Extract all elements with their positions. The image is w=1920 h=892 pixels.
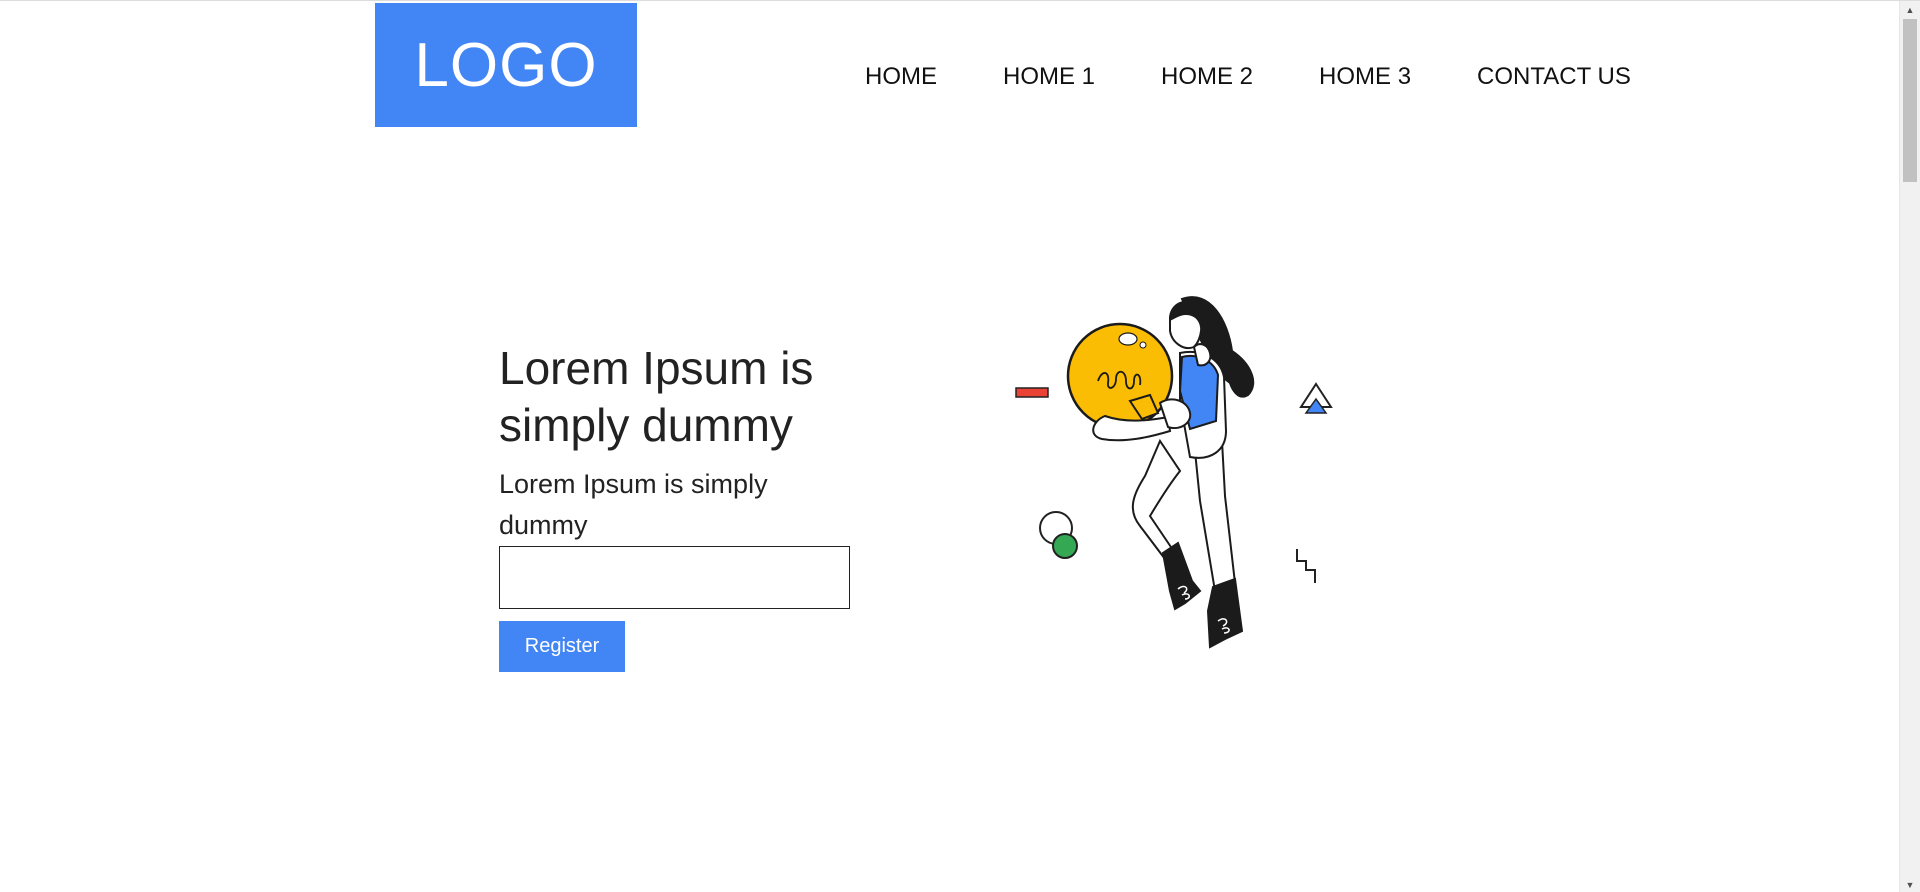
nav-home-1[interactable]: HOME 1 (1003, 63, 1095, 91)
scroll-thumb[interactable] (1903, 19, 1917, 182)
woman-holding-lightbulb-illustration (1015, 296, 1333, 649)
hero-subtitle: Lorem Ipsum is simply dummy (499, 469, 768, 540)
vertical-scrollbar[interactable]: ▲ ▼ (1899, 1, 1920, 892)
nav-contact-us[interactable]: CONTACT US (1477, 63, 1631, 91)
hero-title: Lorem Ipsum is simply dummy (499, 342, 814, 451)
nav-home[interactable]: HOME (865, 63, 937, 91)
register-button[interactable]: Register (499, 621, 625, 672)
scroll-up-arrow-icon[interactable]: ▲ (1900, 1, 1920, 18)
logo-text: LOGO (414, 30, 598, 100)
logo-link[interactable]: LOGO (375, 3, 637, 127)
viewport: LOGO HOME HOME 1 HOME 2 HOME 3 CONTACT U… (0, 1, 1899, 892)
red-dash-shape (1015, 387, 1049, 398)
zigzag-shape (1296, 549, 1316, 583)
nav-home-3[interactable]: HOME 3 (1319, 63, 1411, 91)
nav-home-2[interactable]: HOME 2 (1161, 63, 1253, 91)
green-circle-shape (1052, 533, 1078, 559)
register-input[interactable] (499, 546, 850, 609)
main-nav: HOME HOME 1 HOME 2 HOME 3 CONTACT US (865, 63, 1631, 91)
page: LOGO HOME HOME 1 HOME 2 HOME 3 CONTACT U… (0, 0, 1920, 892)
scroll-down-arrow-icon[interactable]: ▼ (1900, 876, 1920, 892)
